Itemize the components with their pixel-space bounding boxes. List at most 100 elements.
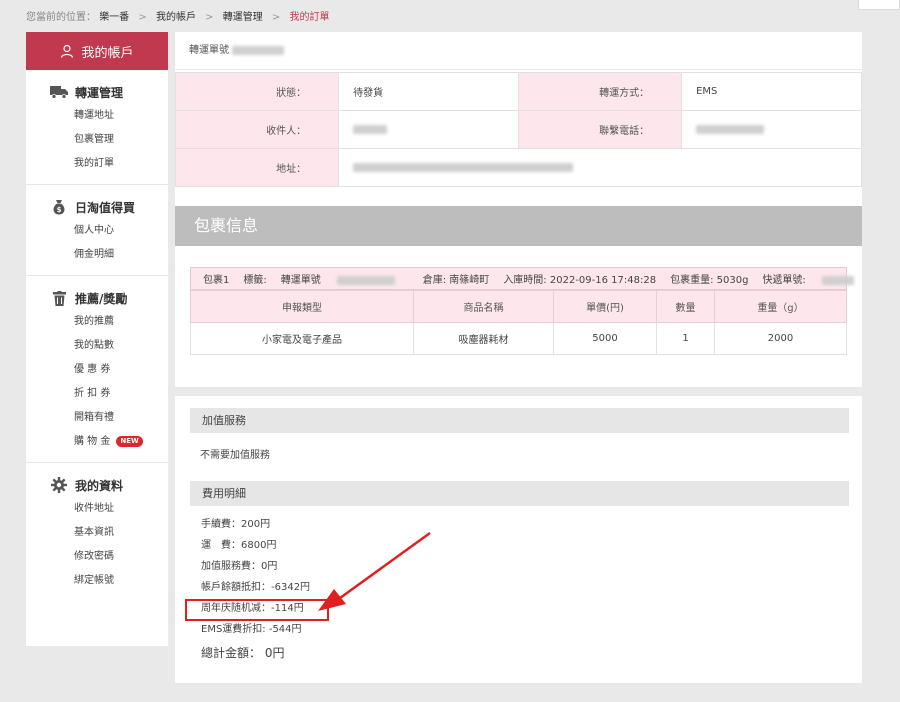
sidebar-item-personal-center[interactable]: 個人中心 (26, 219, 168, 243)
phone-value (681, 110, 862, 149)
table-row: 收件人： 聯繫電話： (174, 110, 862, 149)
top-bar: 您當前的位置： 樂一番 > 我的帳戶 > 轉運管理 > 我的訂單 (0, 0, 900, 30)
annotation-highlight-box (185, 599, 329, 621)
sidebar-header[interactable]: 我的帳戶 (26, 32, 168, 70)
package-warehouse: 倉庫: 南篠崎町 (422, 275, 490, 286)
recipient-label: 收件人： (174, 110, 340, 149)
table-row: 小家電及電子產品 吸塵器耗材 5000 1 2000 (190, 322, 847, 355)
column-header: 重量（g） (714, 290, 847, 323)
package-number: 包裹1 (203, 275, 230, 286)
package-shipno: 轉運單號 (281, 271, 409, 286)
package-express-label: 快遞單號: (762, 275, 806, 286)
address-label: 地址： (174, 148, 340, 187)
package-info-header: 包裹信息 (175, 206, 862, 246)
sidebar-item-bind-account[interactable]: 綁定帳號 (26, 569, 168, 593)
sidebar-item-my-points[interactable]: 我的點數 (26, 334, 168, 358)
sidebar-item-my-orders[interactable]: 我的訂單 (26, 152, 168, 176)
fee-handling: 手續費：200円 (201, 519, 271, 530)
table-cell: 吸塵器耗材 (413, 322, 554, 355)
fee-value-added: 加值服務費：0円 (201, 561, 278, 572)
sidebar-item-discount-coupons[interactable]: 折 扣 券 (26, 382, 168, 406)
column-header: 申報類型 (190, 290, 414, 323)
services-text: 不需要加值服務 (200, 450, 270, 461)
services-fees-card: 加值服務 不需要加值服務 費用明細 手續費：200円 運 費：6800円 加值服… (175, 396, 862, 683)
redacted-shipment-number (232, 45, 285, 55)
package-intime: 入庫時間: 2022-09-16 17:48:28 (503, 275, 657, 286)
sidebar-item-basic-info[interactable]: 基本資訊 (26, 521, 168, 545)
sidebar-item-commission[interactable]: 佣金明細 (26, 243, 168, 267)
fee-total: 總計金額： 0円 (201, 646, 285, 660)
sidebar-group-label: 轉運管理 (75, 85, 124, 100)
sidebar-item-transfer-address[interactable]: 轉運地址 (26, 104, 168, 128)
package-weight: 包裹重量: 5030g (670, 275, 749, 286)
breadcrumb-separator: > (138, 12, 147, 23)
corner-widget[interactable] (858, 0, 900, 10)
sidebar-item-change-password[interactable]: 修改密碼 (26, 545, 168, 569)
fees-section-title: 費用明細 (190, 481, 849, 506)
shipping-method-label: 轉運方式： (517, 72, 683, 111)
gear-icon (50, 477, 68, 493)
column-header: 商品名稱 (413, 290, 554, 323)
breadcrumb-separator: > (205, 12, 214, 23)
sidebar-group-label: 推薦/獎勵 (75, 291, 128, 306)
table-cell: 小家電及電子產品 (190, 322, 414, 355)
table-cell: 2000 (714, 322, 847, 355)
redacted-address (353, 162, 574, 172)
breadcrumb-separator: > (271, 12, 281, 23)
shipment-number-label: 轉運單號 (189, 45, 229, 56)
sidebar-group-rewards: 推薦/獎勵 我的推薦 我的點數 優 惠 券 折 扣 券 開箱有禮 購 物 金 NE… (26, 276, 168, 463)
breadcrumb: 您當前的位置： 樂一番 > 我的帳戶 > 轉運管理 > 我的訂單 (26, 8, 329, 23)
order-detail-card: 轉運單號 狀態： 待發貨 轉運方式： EMS 收件人： 聯繫電話： 地址： 包裹… (174, 32, 862, 387)
sidebar-group-profile: 我的資料 收件地址 基本資訊 修改密碼 綁定帳號 (26, 463, 168, 601)
sidebar-item-coupons[interactable]: 優 惠 券 (26, 358, 168, 382)
sidebar-item-my-referrals[interactable]: 我的推薦 (26, 310, 168, 334)
phone-label: 聯繫電話： (517, 110, 683, 149)
redacted-express-number (821, 275, 854, 285)
sidebar-group-transfer: 轉運管理 轉運地址 包裹管理 我的訂單 (26, 70, 168, 185)
sidebar-group-label: 我的資料 (75, 478, 124, 493)
sidebar-group-label: 日淘值得買 (75, 200, 136, 215)
redacted-phone (696, 124, 765, 134)
sidebar: 我的帳戶 轉運管理 轉運地址 包裹管理 我的訂單 $ 日淘值得買 個人中心 佣金… (26, 32, 168, 646)
sidebar-group-deals: $ 日淘值得買 個人中心 佣金明細 (26, 185, 168, 276)
package-box: 包裹1 標籤: 轉運單號 倉庫: 南篠崎町 入庫時間: 2022-09-16 1… (190, 267, 854, 355)
fee-ems-discount: EMS運費折扣: -544円 (201, 624, 302, 635)
package-summary: 包裹1 標籤: 轉運單號 倉庫: 南篠崎町 入庫時間: 2022-09-16 1… (190, 267, 854, 290)
truck-icon (50, 84, 68, 100)
table-row: 地址： (174, 148, 862, 187)
sidebar-item-label: 購 物 金 (74, 436, 111, 447)
package-items-table: 申報類型 商品名稱 單價(円) 數量 重量（g） 小家電及電子產品 吸塵器耗材 … (190, 290, 847, 355)
order-info-table: 狀態： 待發貨 轉運方式： EMS 收件人： 聯繫電話： 地址： (174, 72, 862, 187)
svg-text:$: $ (57, 206, 62, 214)
address-value (338, 148, 862, 187)
sidebar-group-title: 我的資料 (26, 473, 168, 497)
shipment-number-row: 轉運單號 (175, 32, 862, 70)
package-tag: 標籤: (243, 275, 267, 286)
table-cell: 5000 (553, 322, 657, 355)
table-row: 狀態： 待發貨 轉運方式： EMS (174, 72, 862, 111)
sidebar-item-shipping-address[interactable]: 收件地址 (26, 497, 168, 521)
fee-shipping: 運 費：6800円 (201, 540, 277, 551)
fee-balance-deduction: 帳戶餘額抵扣：-6342円 (201, 582, 311, 593)
table-cell: 1 (656, 322, 715, 355)
recipient-value (338, 110, 519, 149)
breadcrumb-item-home[interactable]: 樂一番 (99, 12, 129, 23)
sidebar-group-title: 推薦/獎勵 (26, 286, 168, 310)
breadcrumb-item-account[interactable]: 我的帳戶 (156, 12, 196, 23)
sidebar-item-shopping-credit[interactable]: 購 物 金 NEW (26, 430, 168, 454)
package-shipno-label: 轉運單號 (280, 275, 321, 286)
redacted-package-shipno (336, 275, 395, 285)
sidebar-item-unboxing-gift[interactable]: 開箱有禮 (26, 406, 168, 430)
breadcrumb-item-transfer[interactable]: 轉運管理 (223, 12, 263, 23)
sidebar-group-title: 轉運管理 (26, 80, 168, 104)
sidebar-group-title: $ 日淘值得買 (26, 195, 168, 219)
fee-list: 手續費：200円 運 費：6800円 加值服務費：0円 帳戶餘額抵扣：-6342… (201, 514, 310, 664)
sidebar-item-package-manage[interactable]: 包裹管理 (26, 128, 168, 152)
table-header-row: 申報類型 商品名稱 單價(円) 數量 重量（g） (190, 290, 847, 323)
sidebar-header-label: 我的帳戶 (81, 45, 134, 61)
redacted-recipient (353, 124, 388, 134)
breadcrumb-prefix: 您當前的位置： (26, 12, 96, 23)
money-bag-icon: $ (50, 199, 68, 215)
column-header: 數量 (656, 290, 715, 323)
services-section-title: 加值服務 (190, 408, 849, 433)
